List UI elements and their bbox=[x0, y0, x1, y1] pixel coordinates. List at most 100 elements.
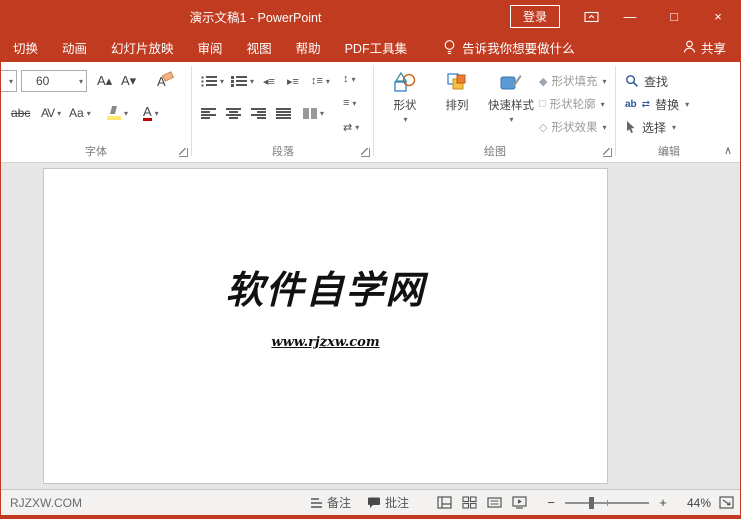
grow-font-icon: A▴ bbox=[97, 73, 112, 89]
decrease-indent-button[interactable]: ◂≡ bbox=[263, 70, 275, 92]
chevron-down-icon: ▾ bbox=[685, 100, 689, 109]
find-button[interactable]: 查找 bbox=[625, 71, 668, 91]
align-center-button[interactable] bbox=[226, 102, 241, 124]
chevron-down-icon: ▾ bbox=[355, 123, 359, 132]
shape-effects-label: 形状效果 bbox=[551, 119, 597, 135]
columns-button[interactable]: ▾ bbox=[303, 102, 324, 124]
change-case-button[interactable]: Aa▾ bbox=[69, 102, 91, 124]
zoom-out-button[interactable]: − bbox=[545, 495, 557, 510]
paragraph-dialog-launcher[interactable] bbox=[361, 148, 370, 157]
shape-fill-label: 形状填充 bbox=[551, 73, 597, 89]
justify-icon bbox=[276, 108, 291, 119]
zoom-slider-handle[interactable] bbox=[589, 497, 594, 509]
collapse-ribbon-icon: ∧ bbox=[724, 145, 732, 157]
tab-review[interactable]: 审阅 bbox=[186, 32, 235, 62]
tab-view[interactable]: 视图 bbox=[235, 32, 284, 62]
quick-styles-icon bbox=[499, 71, 523, 95]
slide-title-text[interactable]: 软件自学网 bbox=[44, 267, 607, 313]
fit-slide-to-window-button[interactable] bbox=[719, 496, 734, 509]
indent-icon: ▸≡ bbox=[287, 75, 299, 88]
tab-transitions[interactable]: 切换 bbox=[1, 32, 50, 62]
paragraph-group: ▾ ▾ ◂≡ ▸≡ ↕≡▾ ▾ ↕▾ ≡▾ ⇄▾ 段落 bbox=[193, 62, 373, 162]
close-button[interactable]: × bbox=[696, 0, 740, 32]
clear-formatting-button[interactable]: A bbox=[157, 70, 166, 92]
slide-url-text[interactable]: www.rjzxw.com bbox=[44, 335, 607, 350]
maximize-button[interactable]: □ bbox=[652, 0, 696, 32]
chevron-down-icon: ▾ bbox=[9, 77, 13, 86]
maximize-icon: □ bbox=[670, 9, 678, 24]
justify-button[interactable] bbox=[276, 102, 291, 124]
font-name-combo[interactable]: ▾ bbox=[1, 70, 17, 92]
slideshow-view-button[interactable] bbox=[512, 496, 527, 509]
search-icon bbox=[625, 74, 639, 88]
font-size-value: 60 bbox=[36, 74, 49, 88]
shape-effects-button[interactable]: ◇ 形状效果 ▾ bbox=[539, 117, 615, 137]
slide-canvas[interactable]: 软件自学网 www.rjzxw.com bbox=[43, 168, 608, 484]
arrange-button[interactable]: 排列 bbox=[433, 65, 481, 141]
select-button[interactable]: 选择 ▾ bbox=[625, 117, 676, 137]
ribbon-display-options-button[interactable] bbox=[574, 0, 608, 32]
text-direction-button[interactable]: ↕▾ bbox=[343, 68, 356, 90]
comments-label: 批注 bbox=[385, 494, 409, 511]
notes-button[interactable]: 备注 bbox=[310, 494, 351, 511]
comments-button[interactable]: 批注 bbox=[367, 494, 409, 511]
font-color-button[interactable]: A▾ bbox=[143, 102, 159, 124]
lightbulb-icon bbox=[443, 39, 456, 56]
editing-group: 查找 ab ⇄ 替换 ▾ 选择 ▾ 编辑 bbox=[617, 62, 721, 162]
shapes-button[interactable]: 形状 ▾ bbox=[381, 65, 429, 141]
chevron-down-icon: ▾ bbox=[87, 109, 91, 118]
line-spacing-button[interactable]: ↕≡▾ bbox=[311, 70, 330, 92]
align-left-button[interactable] bbox=[201, 102, 216, 124]
zoom-level[interactable]: 44% bbox=[677, 496, 711, 510]
strikethrough-button[interactable]: abc bbox=[11, 102, 30, 124]
align-right-button[interactable] bbox=[251, 102, 266, 124]
ribbon-tab-row: 切换 动画 幻灯片放映 审阅 视图 帮助 PDF工具集 告诉我你想要做什么 共享 bbox=[1, 32, 740, 62]
collapse-ribbon-button[interactable]: ∧ bbox=[724, 144, 732, 157]
shrink-font-button[interactable]: A▾ bbox=[121, 70, 136, 92]
chevron-down-icon: ▾ bbox=[326, 77, 330, 86]
strikethrough-icon: abc bbox=[11, 106, 30, 120]
text-highlight-button[interactable]: ▾ bbox=[107, 102, 128, 124]
shape-outline-button[interactable]: □ 形状轮廓 ▾ bbox=[539, 94, 615, 114]
cursor-icon bbox=[625, 120, 637, 134]
chevron-down-icon: ▾ bbox=[601, 100, 605, 109]
drawing-group-label: 绘图 bbox=[375, 143, 615, 159]
arrange-icon bbox=[445, 71, 469, 95]
drawing-group: 形状 ▾ 排列 快速样式 ▾ ◆ 形 bbox=[375, 62, 615, 162]
font-size-combo[interactable]: 60 ▾ bbox=[21, 70, 87, 92]
zoom-controls: − + 44% bbox=[545, 495, 734, 510]
chevron-down-icon: ▾ bbox=[602, 123, 606, 132]
increase-indent-button[interactable]: ▸≡ bbox=[287, 70, 299, 92]
tab-help[interactable]: 帮助 bbox=[284, 32, 333, 62]
convert-smartart-button[interactable]: ⇄▾ bbox=[343, 116, 359, 138]
quick-styles-button[interactable]: 快速样式 ▾ bbox=[485, 65, 537, 141]
numbering-button[interactable]: ▾ bbox=[231, 70, 254, 92]
font-dialog-launcher[interactable] bbox=[179, 148, 188, 157]
tab-slideshow[interactable]: 幻灯片放映 bbox=[99, 32, 186, 62]
chevron-down-icon: ▾ bbox=[320, 109, 324, 118]
tab-pdf-tools[interactable]: PDF工具集 bbox=[333, 32, 420, 62]
bullets-button[interactable]: ▾ bbox=[201, 70, 224, 92]
normal-view-button[interactable] bbox=[437, 496, 452, 509]
align-text-button[interactable]: ≡▾ bbox=[343, 92, 356, 114]
tell-me-box[interactable]: 告诉我你想要做什么 bbox=[433, 38, 585, 57]
minimize-button[interactable]: — bbox=[608, 0, 652, 32]
reading-view-button[interactable] bbox=[487, 496, 502, 509]
tab-animations[interactable]: 动画 bbox=[50, 32, 99, 62]
share-button[interactable]: 共享 bbox=[669, 38, 740, 57]
zoom-in-button[interactable]: + bbox=[657, 495, 669, 510]
grow-font-button[interactable]: A▴ bbox=[97, 70, 112, 92]
font-color-icon: A bbox=[143, 105, 152, 121]
drawing-dialog-launcher[interactable] bbox=[603, 148, 612, 157]
font-group-label: 字体 bbox=[1, 143, 191, 159]
chevron-down-icon: ▾ bbox=[602, 77, 606, 86]
columns-icon bbox=[303, 108, 317, 119]
shape-fill-button[interactable]: ◆ 形状填充 ▾ bbox=[539, 71, 615, 91]
login-button[interactable]: 登录 bbox=[510, 5, 560, 28]
quick-styles-label: 快速样式 bbox=[488, 97, 534, 113]
status-left-text: RJZXW.COM bbox=[7, 496, 82, 510]
replace-button[interactable]: ab ⇄ 替换 ▾ bbox=[625, 94, 689, 114]
slide-sorter-view-button[interactable] bbox=[462, 496, 477, 509]
zoom-slider[interactable] bbox=[565, 502, 649, 504]
character-spacing-button[interactable]: AV▾ bbox=[41, 102, 60, 124]
